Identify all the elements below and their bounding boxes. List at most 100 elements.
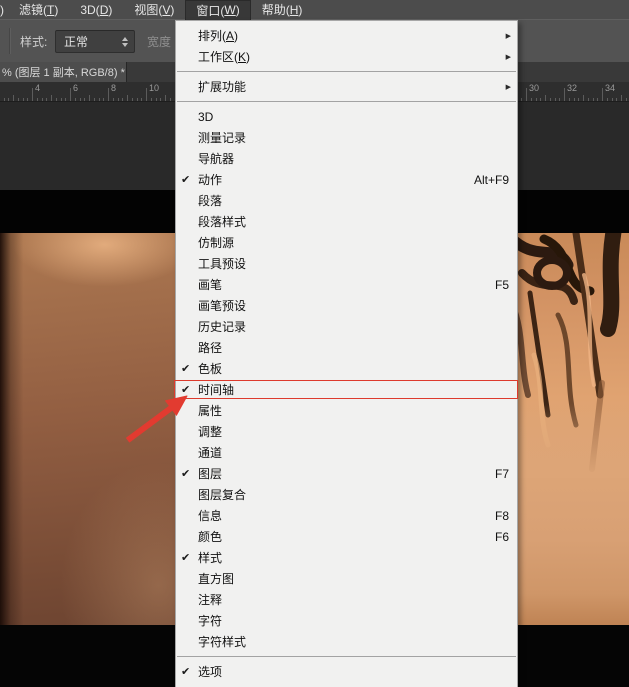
menu-item-label: 通道 <box>198 444 222 461</box>
ruler-number: 10 <box>149 83 159 93</box>
menu-item-label: 调整 <box>198 423 222 440</box>
menu-item-label: 图层复合 <box>198 486 246 503</box>
menu-item[interactable]: 排列(A)▶ <box>176 25 517 46</box>
menu-separator <box>176 652 517 661</box>
menu-item[interactable]: 画笔F5 <box>176 274 517 295</box>
menu-item[interactable]: 属性 <box>176 400 517 421</box>
menu-item-label: 属性 <box>198 402 222 419</box>
ruler-minor-tick <box>80 98 81 101</box>
ruler-number: 32 <box>567 83 577 93</box>
menu-item-label: 颜色 <box>198 528 222 545</box>
ruler-minor-tick <box>4 98 5 101</box>
ruler-minor-tick <box>170 98 171 101</box>
check-icon: ✔ <box>181 661 190 682</box>
ruler-number: 30 <box>529 83 539 93</box>
ruler-minor-tick <box>621 95 622 101</box>
menu-item[interactable]: ✔时间轴 <box>176 379 517 400</box>
menubar: )滤镜(T)3D(D)视图(V)窗口(W)帮助(H) <box>0 0 629 19</box>
menu-item[interactable]: 仿制源 <box>176 232 517 253</box>
menubar-item[interactable]: 3D(D) <box>69 0 123 19</box>
ruler-number: 6 <box>73 83 78 93</box>
document-tab[interactable]: % (图层 1 副本, RGB/8) * × <box>0 62 127 82</box>
menu-item-label: 工具预设 <box>198 255 246 272</box>
menu-item[interactable]: ✔图层F7 <box>176 463 517 484</box>
menu-item[interactable]: 信息F8 <box>176 505 517 526</box>
menu-item-shortcut: Alt+F9 <box>474 173 509 187</box>
menu-item[interactable]: 3D <box>176 106 517 127</box>
menu-item[interactable]: 画笔预设 <box>176 295 517 316</box>
menu-item[interactable]: ✔ 样式 <box>176 547 517 568</box>
menu-item[interactable]: 扩展功能▶ <box>176 76 517 97</box>
options-separator <box>9 28 11 54</box>
menubar-item[interactable]: 滤镜(T) <box>8 0 69 19</box>
menu-item[interactable]: 注释 <box>176 589 517 610</box>
ruler-minor-tick <box>156 98 157 101</box>
ruler-number: 34 <box>605 83 615 93</box>
ruler-major-tick <box>146 88 147 101</box>
menu-item-label: 图层 <box>198 465 222 482</box>
menubar-item[interactable]: 窗口(W) <box>185 0 250 20</box>
menu-item[interactable]: 字符样式 <box>176 631 517 652</box>
menu-item-label: 直方图 <box>198 570 234 587</box>
menu-item-label: 扩展功能 <box>198 78 246 95</box>
ruler-minor-tick <box>46 98 47 101</box>
menu-item-label: 画笔预设 <box>198 297 246 314</box>
ruler-minor-tick <box>75 98 76 101</box>
menu-item-label: 仿制源 <box>198 234 234 251</box>
menubar-item[interactable]: 视图(V) <box>123 0 185 19</box>
ruler-minor-tick <box>27 98 28 101</box>
menu-item[interactable]: 字符 <box>176 610 517 631</box>
ruler-minor-tick <box>23 98 24 101</box>
menu-item[interactable]: 路径 <box>176 337 517 358</box>
menu-item-label: 工作区(K) <box>198 48 250 65</box>
ruler-number: 4 <box>35 83 40 93</box>
menu-item[interactable]: 通道 <box>176 442 517 463</box>
blend-mode-value: 正常 <box>56 33 122 50</box>
ruler-minor-tick <box>612 98 613 101</box>
menu-item-label: 注释 <box>198 591 222 608</box>
menu-item-label: 画笔 <box>198 276 222 293</box>
menu-item[interactable]: 历史记录 <box>176 316 517 337</box>
menu-item[interactable]: 调整 <box>176 421 517 442</box>
ruler-minor-tick <box>42 98 43 101</box>
menu-item[interactable]: 导航器 <box>176 148 517 169</box>
blend-mode-select[interactable]: 正常 <box>55 30 135 53</box>
menu-item[interactable]: ✔选项 <box>176 661 517 682</box>
menu-item-label: 测量记录 <box>198 129 246 146</box>
ruler-minor-tick <box>569 98 570 101</box>
ruler-minor-tick <box>540 98 541 101</box>
ruler-minor-tick <box>94 98 95 101</box>
menu-item[interactable]: 工具预设 <box>176 253 517 274</box>
menu-item[interactable]: 颜色F6 <box>176 526 517 547</box>
ruler-minor-tick <box>583 95 584 101</box>
width-label: 宽度 <box>147 33 171 50</box>
menu-item-label: 排列(A) <box>198 27 238 44</box>
menu-item-label: 历史记录 <box>198 318 246 335</box>
check-icon: ✔ <box>181 547 190 568</box>
menu-item-label: 动作 <box>198 171 222 188</box>
ruler-minor-tick <box>536 98 537 101</box>
menu-item[interactable]: 测量记录 <box>176 127 517 148</box>
ruler-minor-tick <box>593 98 594 101</box>
menubar-item[interactable]: 帮助(H) <box>251 0 314 19</box>
menu-item-label: 样式 <box>198 549 222 566</box>
menu-separator <box>176 97 517 106</box>
menu-item[interactable]: 直方图 <box>176 568 517 589</box>
ruler-major-tick <box>108 88 109 101</box>
ruler-minor-tick <box>151 98 152 101</box>
branches-illustration <box>514 233 629 625</box>
ruler-minor-tick <box>132 98 133 101</box>
ruler-minor-tick <box>103 98 104 101</box>
menu-item[interactable]: 工作区(K)▶ <box>176 46 517 67</box>
menu-item[interactable]: 段落 <box>176 190 517 211</box>
menu-item-label: 路径 <box>198 339 222 356</box>
menu-item-label: 字符样式 <box>198 633 246 650</box>
menubar-item[interactable]: ) <box>0 0 8 19</box>
menu-item-label: 段落 <box>198 192 222 209</box>
menu-item[interactable]: ✔色板 <box>176 358 517 379</box>
ruler-number: 8 <box>111 83 116 93</box>
menu-item[interactable]: ✔动作Alt+F9 <box>176 169 517 190</box>
menu-item[interactable]: 图层复合 <box>176 484 517 505</box>
menu-item[interactable]: 段落样式 <box>176 211 517 232</box>
ruler-minor-tick <box>141 98 142 101</box>
